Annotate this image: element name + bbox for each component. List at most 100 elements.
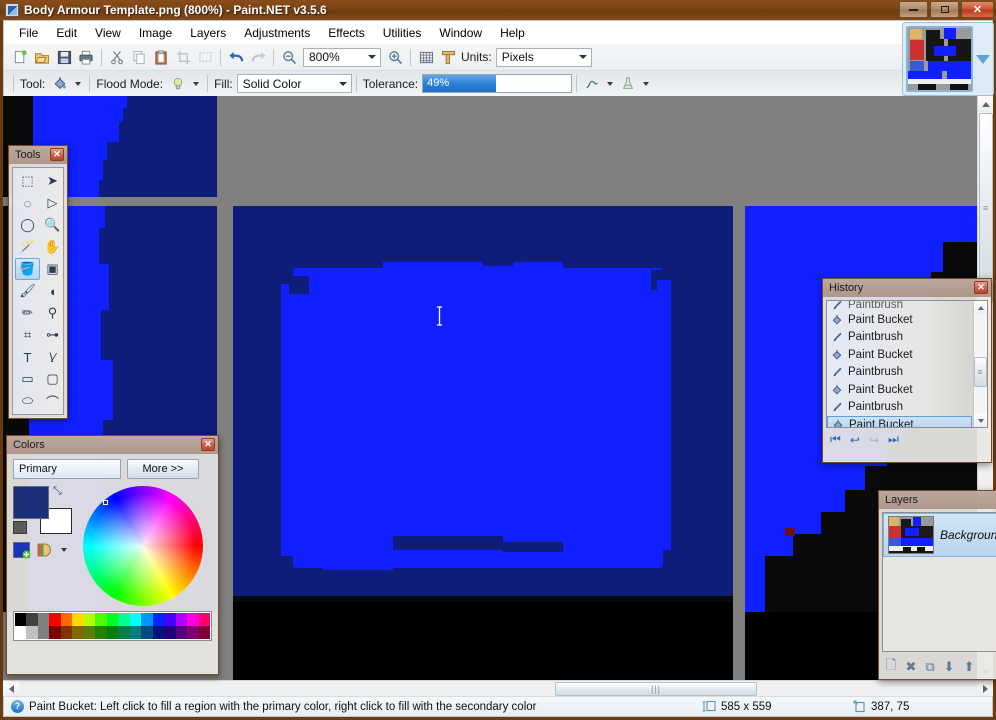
zoom-out-icon[interactable] xyxy=(278,46,300,68)
layers-palette-header[interactable]: Layers xyxy=(879,491,996,509)
palette-swatch[interactable] xyxy=(118,613,130,626)
cut-icon[interactable] xyxy=(106,46,128,68)
palette-swatch[interactable] xyxy=(37,626,50,639)
menu-item-help[interactable]: Help xyxy=(491,23,534,43)
history-list[interactable]: Paintbrush Paint Bucket Paintbrush Paint Bu… xyxy=(826,300,988,428)
recolor-tool[interactable]: ⊶ xyxy=(40,324,65,346)
palette-swatch[interactable] xyxy=(83,613,96,626)
palette-swatch[interactable] xyxy=(106,613,119,626)
units-combo[interactable]: Pixels xyxy=(495,47,592,67)
color-palette-swatches[interactable] xyxy=(13,611,212,641)
scroll-up-button[interactable] xyxy=(978,96,993,112)
more-button[interactable]: More >> xyxy=(127,459,199,479)
gradient-tool[interactable]: ▣ xyxy=(40,258,65,280)
palette-swatch[interactable] xyxy=(72,613,84,626)
paint-bucket-icon[interactable] xyxy=(49,73,71,95)
close-button[interactable]: ✕ xyxy=(961,1,994,18)
color-mode-select[interactable]: Primary xyxy=(13,459,121,479)
chevron-down-icon[interactable] xyxy=(643,81,650,86)
paintbrush-tool[interactable]: 🖌 xyxy=(15,280,40,302)
palette-swatch[interactable] xyxy=(164,613,176,626)
palette-icon[interactable] xyxy=(35,542,52,558)
chevron-down-icon[interactable] xyxy=(607,81,614,86)
fill-combo[interactable]: Solid Color xyxy=(236,74,352,93)
swap-colors-icon[interactable]: ⤡ xyxy=(53,485,62,498)
history-scroll-up-button[interactable] xyxy=(974,301,987,314)
palette-swatch[interactable] xyxy=(141,613,153,626)
tools-palette[interactable]: Tools ✕ ⬚ ➤ ◌ ▷ ◯ 🔍 🪄 ✋ 🪣 ▣ 🖌 ◖ ✏ ⚲ ⌗ ⊶ T \⁄ ▭ ▢ ⬭ ⌒ xyxy=(8,145,68,419)
colors-palette-header[interactable]: Colors ✕ xyxy=(7,436,218,454)
close-icon[interactable]: ✕ xyxy=(201,438,215,451)
palette-swatch[interactable] xyxy=(72,626,84,639)
palette-row-1[interactable] xyxy=(15,613,210,626)
menu-item-image[interactable]: Image xyxy=(130,23,181,43)
reset-colors-icon[interactable] xyxy=(13,521,27,534)
history-palette[interactable]: History ✕ Paintbrush Paint Bucket Paintbru… xyxy=(822,278,992,463)
history-item[interactable]: Paint Bucket xyxy=(827,416,972,427)
history-item[interactable]: Paintbrush xyxy=(827,364,972,382)
save-icon[interactable] xyxy=(53,46,75,68)
ellipse-select-tool[interactable]: ◯ xyxy=(15,214,40,236)
delete-layer-button[interactable]: ✖ xyxy=(905,659,916,675)
palette-swatch[interactable] xyxy=(83,626,96,639)
palette-swatch[interactable] xyxy=(129,626,142,639)
colors-palette[interactable]: Colors ✕ Primary More >> ⤡ xyxy=(6,435,219,675)
palette-swatch[interactable] xyxy=(15,613,27,626)
palette-swatch[interactable] xyxy=(37,613,50,626)
scroll-right-button[interactable] xyxy=(977,681,993,697)
rulers-icon[interactable] xyxy=(437,46,459,68)
palette-swatch[interactable] xyxy=(49,613,61,626)
rectangle-select-tool[interactable]: ⬚ xyxy=(15,170,40,192)
menu-item-layers[interactable]: Layers xyxy=(181,23,235,43)
paste-icon[interactable] xyxy=(150,46,172,68)
image-thumbnail-dock[interactable] xyxy=(902,22,994,96)
palette-swatch[interactable] xyxy=(49,626,61,639)
pan-tool[interactable]: ✋ xyxy=(40,236,65,258)
antialias-icon[interactable] xyxy=(581,73,603,95)
chevron-down-icon[interactable] xyxy=(75,81,82,86)
history-item[interactable]: Paintbrush xyxy=(827,399,972,417)
add-layer-button[interactable]: 🗋 xyxy=(886,656,896,678)
new-icon[interactable] xyxy=(9,46,31,68)
color-picker-tool[interactable]: ⚲ xyxy=(40,302,65,324)
menu-item-edit[interactable]: Edit xyxy=(47,23,86,43)
rewind-all-button[interactable]: ⏮ xyxy=(830,432,841,447)
chevron-down-icon[interactable] xyxy=(61,548,67,552)
tolerance-slider[interactable]: 49% xyxy=(422,74,573,93)
palette-swatch[interactable] xyxy=(15,626,27,639)
menu-item-effects[interactable]: Effects xyxy=(319,23,373,43)
undo-button[interactable]: ↩ xyxy=(850,433,860,447)
layer-item-background[interactable]: Background xyxy=(883,513,996,557)
close-icon[interactable]: ✕ xyxy=(974,281,988,294)
print-icon[interactable] xyxy=(75,46,97,68)
open-icon[interactable] xyxy=(31,46,53,68)
menu-item-view[interactable]: View xyxy=(86,23,130,43)
pencil-tool[interactable]: ✏ xyxy=(15,302,40,324)
palette-swatch[interactable] xyxy=(152,626,165,639)
horizontal-scrollbar[interactable]: ||| xyxy=(3,680,993,697)
clone-stamp-tool[interactable]: ⌗ xyxy=(15,324,40,346)
text-tool[interactable]: T xyxy=(15,346,40,368)
palette-swatch[interactable] xyxy=(141,626,153,639)
menu-item-utilities[interactable]: Utilities xyxy=(374,23,431,43)
history-palette-header[interactable]: History ✕ xyxy=(823,279,991,297)
copy-icon[interactable] xyxy=(128,46,150,68)
zoom-tool[interactable]: 🔍 xyxy=(40,214,65,236)
minimize-button[interactable] xyxy=(899,1,928,18)
close-icon[interactable]: ✕ xyxy=(50,148,64,161)
title-bar[interactable]: Body Armour Template.png (800%) - Paint.… xyxy=(0,0,996,20)
scroll-left-button[interactable] xyxy=(3,681,19,697)
ellipse-tool[interactable]: ⬭ xyxy=(15,390,40,412)
history-item[interactable]: Paintbrush xyxy=(827,329,972,347)
image-thumbnail[interactable] xyxy=(906,26,973,92)
palette-swatch[interactable] xyxy=(198,613,210,626)
palette-swatch[interactable] xyxy=(129,613,142,626)
maximize-button[interactable] xyxy=(930,1,959,18)
history-item[interactable]: Paintbrush xyxy=(827,301,972,311)
chevron-down-icon[interactable] xyxy=(976,54,990,64)
color-wheel-cursor[interactable] xyxy=(103,500,108,505)
history-item[interactable]: Paint Bucket xyxy=(827,346,972,364)
forward-all-button[interactable]: ⏭ xyxy=(888,432,899,447)
palette-swatch[interactable] xyxy=(152,613,165,626)
vertical-scroll-thumb[interactable]: ≡ xyxy=(979,113,993,303)
